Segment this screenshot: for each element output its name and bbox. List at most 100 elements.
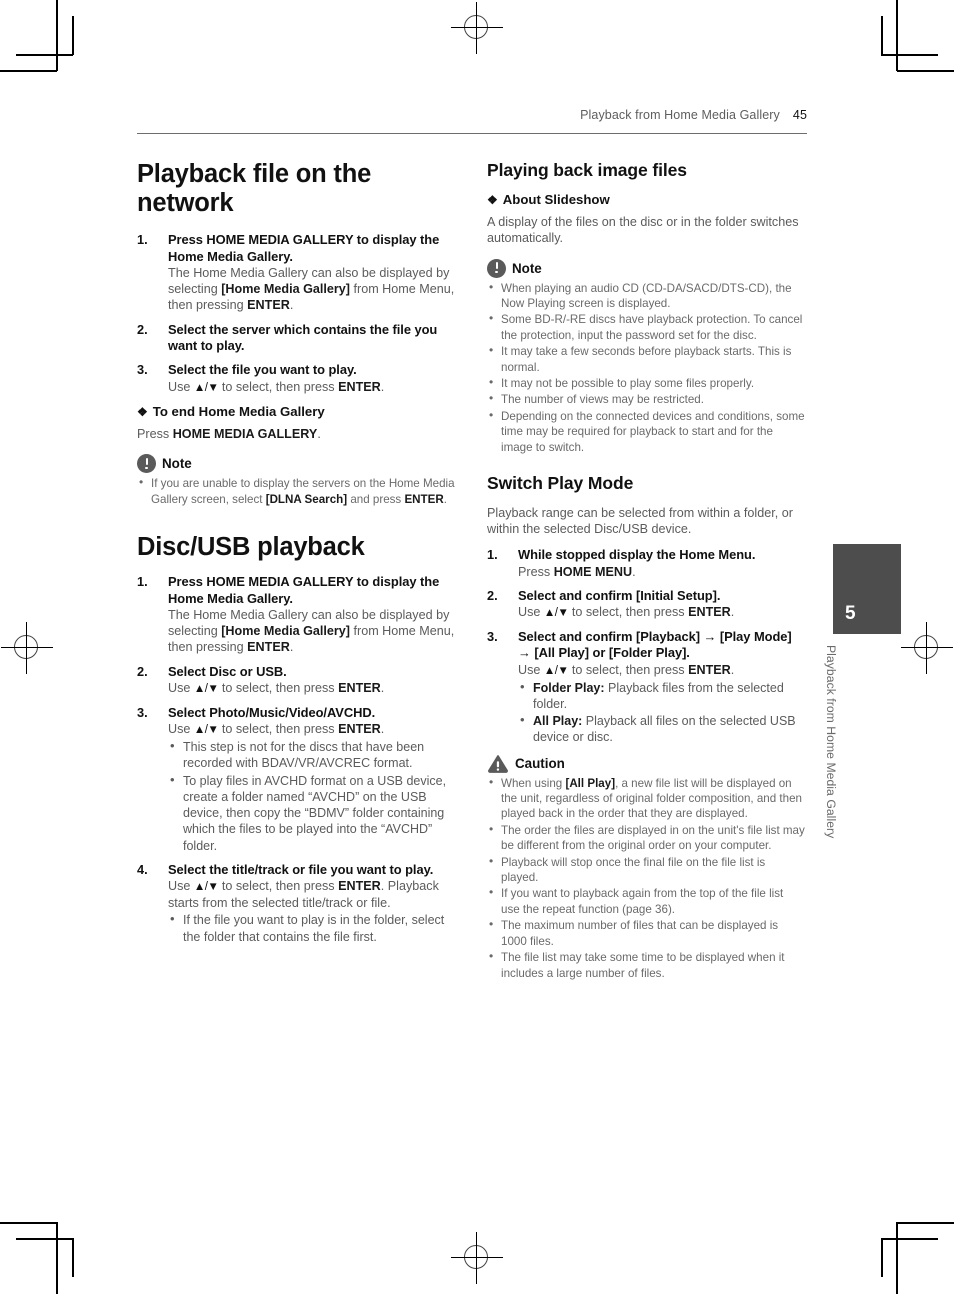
note-item: The maximum number of files that can be … — [487, 917, 805, 949]
note-item: The order the files are displayed in on … — [487, 822, 805, 854]
note-icon — [487, 258, 506, 278]
note-icon — [137, 454, 156, 474]
note-item: Depending on the connected devices and c… — [487, 408, 805, 455]
step-body: Use ▲/▼ to select, then press ENTER. Pla… — [168, 879, 439, 911]
list-item: This step is not for the discs that have… — [168, 738, 455, 772]
note-item: If you are unable to display the servers… — [137, 475, 455, 507]
heading-disc-usb-playback: Disc/USB playback — [137, 533, 365, 562]
step-title: While stopped display the Home Menu. — [518, 547, 756, 563]
heading-text: To end Home Media Gallery — [152, 403, 325, 419]
diamond-icon: ❖ — [137, 404, 148, 419]
step-item: 1. Press HOME MEDIA GALLERY to display th… — [137, 232, 455, 313]
step-item: 3. Select and confirm [Playback] → [Play … — [487, 629, 805, 746]
arrow-up-down-icon: ▲/▼ — [193, 724, 219, 737]
step-item: 2. Select the server which contains the f… — [137, 322, 455, 355]
step-body: Use ▲/▼ to select, then press ENTER. — [168, 722, 385, 737]
list-item: To play files in AVCHD format on a USB d… — [168, 772, 455, 854]
diamond-icon: ❖ — [487, 192, 498, 207]
note-label: Note — [162, 456, 192, 472]
arrow-up-down-icon: ▲/▼ — [193, 381, 219, 394]
step-number: 2. — [137, 321, 148, 337]
list-item: Folder Play: Playback files from the sel… — [518, 679, 805, 713]
note-callout-header-left: Note — [137, 454, 455, 474]
caution-label: Caution — [515, 755, 565, 771]
step-body: Use ▲/▼ to select, then press ENTER. — [168, 379, 385, 394]
list-item: If the file you want to play is in the f… — [168, 911, 455, 945]
note-item: It may take a few seconds before playbac… — [487, 343, 805, 375]
bullet-list: If the file you want to play is in the f… — [168, 911, 455, 945]
note-item: Playback will stop once the final file o… — [487, 854, 805, 886]
bullet-list: Folder Play: Playback files from the sel… — [518, 679, 805, 746]
bullet-list: This step is not for the discs that have… — [168, 738, 455, 854]
heading-playback-file-on-the-network: Playback file on the network — [137, 160, 372, 218]
chapter-side-tab: 5 — [833, 544, 901, 634]
step-title: Select Photo/Music/Video/AVCHD. — [168, 704, 376, 720]
switch-play-mode-intro: Playback range can be selected from with… — [487, 505, 793, 536]
step-title: Select Disc or USB. — [168, 663, 287, 679]
chapter-side-label: Playback from Home Media Gallery — [824, 645, 838, 839]
heading-text: About Slideshow — [502, 191, 610, 207]
header-divider — [137, 133, 807, 134]
step-title: Press HOME MEDIA GALLERY to display the … — [168, 232, 440, 264]
arrow-up-down-icon: ▲/▼ — [193, 881, 219, 894]
step-number: 3. — [487, 629, 498, 645]
step-title: Select and confirm [Initial Setup]. — [518, 587, 721, 603]
heading-playing-back-image-files: Playing back image files — [487, 160, 687, 180]
heading-about-slideshow: ❖ About Slideshow — [487, 192, 805, 209]
arrow-up-down-icon: ▲/▼ — [543, 664, 569, 677]
note-list-right: When playing an audio CD (CD-DA/SACD/DTS… — [487, 280, 805, 455]
note-item: When using [All Play], a new file list w… — [487, 775, 805, 822]
to-end-home-media-gallery-body: Press HOME MEDIA GALLERY. — [137, 427, 321, 442]
note-item: The number of views may be restricted. — [487, 391, 805, 407]
step-number: 1. — [137, 232, 148, 248]
heading-switch-play-mode: Switch Play Mode — [487, 473, 634, 494]
header-chapter-title: Playback from Home Media Gallery — [580, 108, 780, 122]
step-item: 1. While stopped display the Home Menu. Pr… — [487, 547, 805, 580]
arrow-up-down-icon: ▲/▼ — [193, 683, 219, 696]
note-item: It may not be possible to play some file… — [487, 375, 805, 391]
note-list-left: If you are unable to display the servers… — [137, 475, 455, 507]
step-body: Press HOME MENU. — [518, 564, 636, 579]
steps-network: 1. Press HOME MEDIA GALLERY to display th… — [137, 232, 455, 395]
steps-disc-usb: 1. Press HOME MEDIA GALLERY to display th… — [137, 574, 455, 945]
note-item: Some BD-R/-RE discs have playback protec… — [487, 311, 805, 343]
step-number: 1. — [487, 547, 498, 563]
caution-list: When using [All Play], a new file list w… — [487, 775, 805, 981]
caution-icon — [487, 754, 509, 773]
step-body: Use ▲/▼ to select, then press ENTER. — [168, 681, 385, 696]
chapter-number: 5 — [845, 603, 856, 624]
caution-callout-header: Caution — [487, 754, 805, 773]
step-body: The Home Media Gallery can also be displ… — [168, 265, 455, 313]
manual-page: Playback from Home Media Gallery 45 Playb… — [0, 0, 954, 1294]
step-item: 1. Press HOME MEDIA GALLERY to display th… — [137, 574, 455, 655]
right-column: Playing back image files ❖ About Slidesho… — [487, 160, 805, 982]
step-body: Use ▲/▼ to select, then press ENTER. — [518, 605, 735, 620]
step-number: 2. — [137, 663, 148, 679]
note-item: The file list may take some time to be d… — [487, 949, 805, 981]
step-item: 2. Select and confirm [Initial Setup]. Use… — [487, 588, 805, 621]
note-label: Note — [512, 260, 542, 276]
step-number: 2. — [487, 587, 498, 603]
step-title: Select the server which contains the fil… — [168, 321, 438, 353]
step-number: 4. — [137, 861, 148, 877]
list-item: All Play: Playback all files on the sele… — [518, 712, 805, 746]
step-item: 4. Select the title/track or file you wan… — [137, 862, 455, 945]
step-item: 3. Select the file you want to play. Use ▲… — [137, 362, 455, 395]
step-item: 3. Select Photo/Music/Video/AVCHD. Use ▲/▼… — [137, 705, 455, 854]
step-title: Press HOME MEDIA GALLERY to display the … — [168, 574, 440, 606]
note-item: When playing an audio CD (CD-DA/SACD/DTS… — [487, 280, 805, 312]
note-callout-header-right: Note — [487, 258, 805, 278]
heading-to-end-home-media-gallery: ❖ To end Home Media Gallery — [137, 404, 455, 421]
step-number: 1. — [137, 574, 148, 590]
arrow-up-down-icon: ▲/▼ — [543, 607, 569, 620]
step-number: 3. — [137, 704, 148, 720]
about-slideshow-body: A display of the files on the disc or in… — [487, 215, 799, 246]
step-number: 3. — [137, 362, 148, 378]
step-item: 2. Select Disc or USB. Use ▲/▼ to select, … — [137, 664, 455, 697]
note-item: If you want to playback again from the t… — [487, 885, 805, 917]
steps-switch-play-mode: 1. While stopped display the Home Menu. Pr… — [487, 547, 805, 745]
step-title: Select the title/track or file you want … — [168, 861, 434, 877]
left-column: Playback file on the network 1. Press HOM… — [137, 160, 455, 953]
page-header: Playback from Home Media Gallery 45 — [137, 108, 807, 122]
page-number: 45 — [792, 108, 807, 122]
